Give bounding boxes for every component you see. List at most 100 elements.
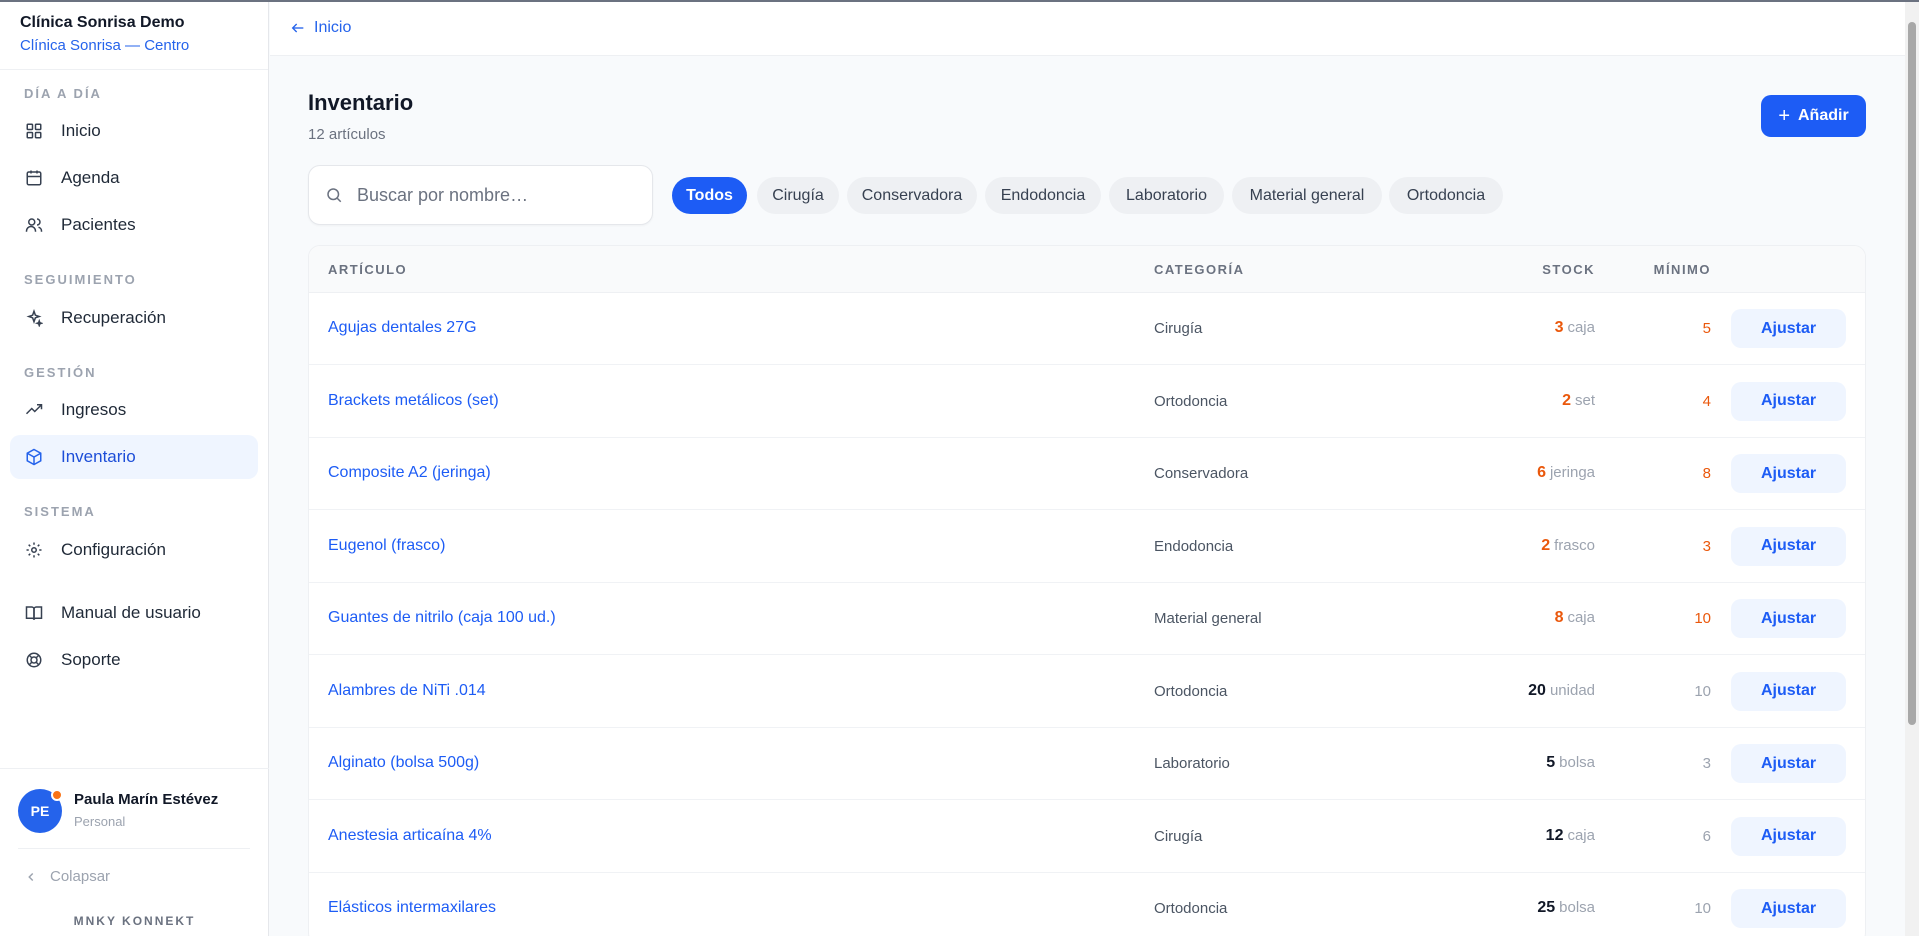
scrollbar[interactable] [1905, 2, 1919, 936]
adjust-button[interactable]: Ajustar [1731, 599, 1846, 638]
stock-value: 12 [1545, 826, 1564, 844]
users-icon [24, 215, 44, 235]
avatar: PE [18, 789, 63, 833]
sidebar-item-label: Pacientes [61, 215, 136, 234]
table-row: Eugenol (frasco) Endodoncia 2 frasco 3 Ajusta… [309, 511, 1865, 583]
table-row: Anestesia articaína 4% Cirugía 12 caja 6 Ajus… [309, 801, 1865, 873]
stock-value: 6 [1537, 464, 1546, 481]
plus-icon: + [1778, 104, 1790, 127]
user-profile[interactable]: PE Paula Marín Estévez Personal [0, 768, 269, 848]
item-name-link[interactable]: Anestesia articaína 4% [328, 827, 492, 845]
sidebar-item-label: Ingresos [61, 400, 127, 419]
filter-chip[interactable]: Material general [1232, 177, 1382, 214]
clinic-location-selector[interactable]: Clínica Sonrisa — Centro [20, 37, 248, 54]
column-header-categoria[interactable]: CATEGORÍA [1154, 262, 1245, 277]
item-category: Endodoncia [1154, 537, 1234, 555]
adjust-button[interactable]: Ajustar [1731, 309, 1846, 348]
back-link-label: Inicio [314, 19, 352, 36]
sidebar-item-inicio[interactable]: Inicio [10, 109, 258, 153]
stock-unit: unidad [1549, 681, 1595, 699]
item-category: Ortodoncia [1154, 682, 1228, 700]
item-minimum: 3 [1702, 755, 1711, 772]
adjust-button[interactable]: Ajustar [1731, 744, 1846, 783]
sidebar-item-soporte[interactable]: Soporte [10, 638, 258, 682]
filter-chip[interactable]: Ortodoncia [1389, 177, 1503, 214]
sidebar-item-configuracion[interactable]: Configuración [10, 528, 258, 572]
filter-chip[interactable]: Todos [672, 177, 747, 214]
adjust-button[interactable]: Ajustar [1731, 889, 1846, 928]
item-minimum: 8 [1702, 465, 1711, 482]
section-title-sistema: SISTEMA [24, 504, 96, 519]
calendar-icon [24, 168, 44, 188]
sidebar-item-agenda[interactable]: Agenda [10, 156, 258, 200]
stock-unit: frasco [1554, 536, 1595, 554]
back-link[interactable]: Inicio [290, 19, 351, 37]
inventory-table: ARTÍCULO CATEGORÍA STOCK MÍNIMO Agujas d… [308, 245, 1866, 936]
table-row: Agujas dentales 27G Cirugía 3 caja 5 Ajustar [309, 293, 1865, 365]
scrollbar-thumb[interactable] [1908, 22, 1916, 725]
filter-chip[interactable]: Cirugía [757, 177, 839, 214]
sidebar-item-manual[interactable]: Manual de usuario [10, 591, 258, 635]
brand-block: Clínica Sonrisa Demo Clínica Sonrisa — C… [0, 2, 268, 70]
item-name-link[interactable]: Agujas dentales 27G [328, 319, 477, 337]
column-header-minimo[interactable]: MÍNIMO [1654, 262, 1711, 277]
item-name-link[interactable]: Alambres de NiTi .014 [328, 682, 486, 700]
stock-value: 2 [1562, 391, 1571, 409]
column-header-articulo[interactable]: ARTÍCULO [328, 262, 407, 277]
adjust-button[interactable]: Ajustar [1731, 816, 1846, 856]
collapse-button[interactable]: Colapsar [24, 868, 254, 885]
adjust-button[interactable]: Ajustar [1731, 526, 1846, 566]
search-input[interactable] [357, 184, 627, 206]
item-minimum: 5 [1702, 320, 1711, 337]
sidebar: Clínica Sonrisa Demo Clínica Sonrisa — C… [0, 2, 269, 936]
sidebar-item-label: Agenda [61, 168, 120, 187]
section-title-seguimiento: SEGUIMIENTO [24, 272, 137, 287]
column-header-stock[interactable]: STOCK [1542, 262, 1595, 277]
table-header: ARTÍCULO CATEGORÍA STOCK MÍNIMO [309, 246, 1865, 293]
sidebar-item-pacientes[interactable]: Pacientes [10, 203, 258, 247]
sparkles-icon [24, 308, 44, 328]
stock-unit: caja [1567, 609, 1595, 626]
stock-unit: set [1574, 391, 1595, 409]
topbar: Inicio [270, 2, 1911, 56]
item-name-link[interactable]: Guantes de nitrilo (caja 100 ud.) [328, 609, 556, 627]
adjust-button[interactable]: Ajustar [1731, 671, 1846, 711]
item-name-link[interactable]: Elásticos intermaxilares [328, 899, 496, 917]
sidebar-item-ingresos[interactable]: Ingresos [10, 388, 258, 432]
add-button[interactable]: + Añadir [1761, 95, 1866, 137]
item-stock: 20 unidad [1528, 682, 1595, 700]
table-row: Elásticos intermaxilares Ortodoncia 25 bols… [309, 873, 1865, 936]
item-name-link[interactable]: Composite A2 (jeringa) [328, 464, 491, 482]
stock-value: 8 [1554, 609, 1564, 626]
item-category: Laboratorio [1154, 755, 1230, 772]
item-category: Ortodoncia [1154, 900, 1228, 917]
sidebar-item-inventario[interactable]: Inventario [10, 435, 258, 479]
stock-value: 3 [1554, 319, 1564, 336]
filter-chip[interactable]: Conservadora [847, 177, 977, 214]
item-stock: 6 jeringa [1537, 464, 1595, 482]
item-name-link[interactable]: Alginato (bolsa 500g) [328, 754, 479, 772]
adjust-button[interactable]: Ajustar [1731, 454, 1846, 493]
adjust-button[interactable]: Ajustar [1731, 381, 1846, 421]
sidebar-item-label: Inventario [61, 447, 136, 466]
section-title-dia: DÍA A DÍA [24, 86, 102, 101]
item-category: Cirugía [1154, 827, 1203, 845]
item-name-link[interactable]: Brackets metálicos (set) [328, 392, 499, 410]
stock-unit: jeringa [1549, 464, 1595, 481]
stock-value: 2 [1541, 536, 1551, 554]
filter-chip[interactable]: Endodoncia [985, 177, 1101, 214]
item-name-link[interactable]: Eugenol (frasco) [328, 537, 445, 555]
item-stock: 25 bolsa [1537, 899, 1595, 917]
stock-value: 25 [1537, 899, 1556, 916]
item-count: 12 artículos [308, 126, 386, 143]
clinic-name: Clínica Sonrisa Demo [20, 14, 185, 31]
item-minimum: 10 [1694, 682, 1711, 700]
sidebar-item-label: Configuración [61, 540, 166, 559]
footer-brand: MNKY KONNEKT [73, 914, 196, 928]
trending-up-icon [24, 400, 44, 420]
item-stock: 8 caja [1555, 609, 1595, 627]
sidebar-item-recuperacion[interactable]: Recuperación [10, 296, 258, 340]
item-minimum: 4 [1702, 392, 1711, 410]
item-minimum: 6 [1702, 827, 1711, 845]
filter-chip[interactable]: Laboratorio [1109, 177, 1224, 214]
